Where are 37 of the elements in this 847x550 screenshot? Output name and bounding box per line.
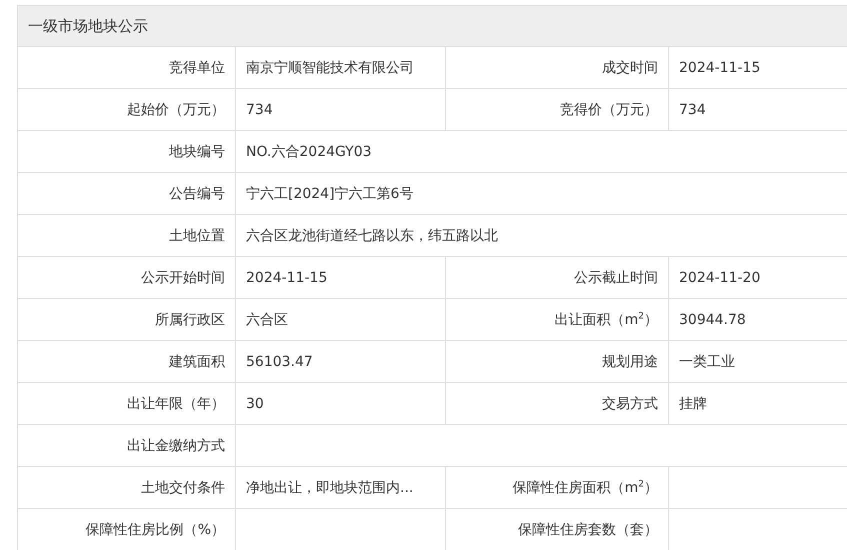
field-value: 2024-11-15 xyxy=(246,270,328,286)
field-label: 交易方式 xyxy=(602,394,658,412)
field-label: 规划用途 xyxy=(602,352,658,370)
field-label: 土地位置 xyxy=(169,226,225,244)
field-label: 出让面积（m$^{2}$） xyxy=(554,310,658,328)
field-label: 竞得单位 xyxy=(169,58,225,76)
field-value: 734 xyxy=(679,102,706,118)
field-value: 30944.78 xyxy=(679,312,746,328)
field-value: 挂牌 xyxy=(679,394,707,412)
field-label: 公告编号 xyxy=(169,184,225,202)
field-value: 六合区 xyxy=(246,310,288,328)
field-label: 所属行政区 xyxy=(155,310,225,328)
field-value: 734 xyxy=(246,102,273,118)
field-value: 一类工业 xyxy=(679,352,735,370)
field-label: 公示截止时间 xyxy=(574,268,658,286)
field-label: 保障性住房面积（m$^{2}$） xyxy=(512,478,658,496)
field-label: 保障性住房套数（套） xyxy=(518,520,658,538)
field-value: 56103.47 xyxy=(246,354,313,370)
field-label: 保障性住房比例（%） xyxy=(86,520,225,538)
field-label: 起始价（万元） xyxy=(127,100,225,118)
field-value: 六合区龙池街道经七路以东，纬五路以北 xyxy=(246,226,498,244)
field-label: 出让年限（年） xyxy=(127,394,225,412)
field-value: 宁六工[2024]宁六工第6号 xyxy=(246,184,414,202)
field-label: 公示开始时间 xyxy=(141,268,225,286)
field-value: NO.六合2024GY03 xyxy=(246,142,372,160)
field-value: 2024-11-15 xyxy=(679,60,760,76)
field-value: 30 xyxy=(246,396,264,412)
field-label: 建筑面积 xyxy=(169,352,225,370)
field-label: 成交时间 xyxy=(602,58,658,76)
section-title: 一级市场地块公示 xyxy=(28,16,148,36)
field-value: 净地出让，即地块范围内... xyxy=(246,478,414,496)
field-value: 2024-11-20 xyxy=(679,270,760,286)
field-label: 竞得价（万元） xyxy=(560,100,658,118)
field-label: 出让金缴纳方式 xyxy=(127,436,225,454)
field-value: 南京宁顺智能技术有限公司 xyxy=(246,58,414,76)
field-label: 土地交付条件 xyxy=(141,478,225,496)
field-label: 地块编号 xyxy=(169,142,225,160)
